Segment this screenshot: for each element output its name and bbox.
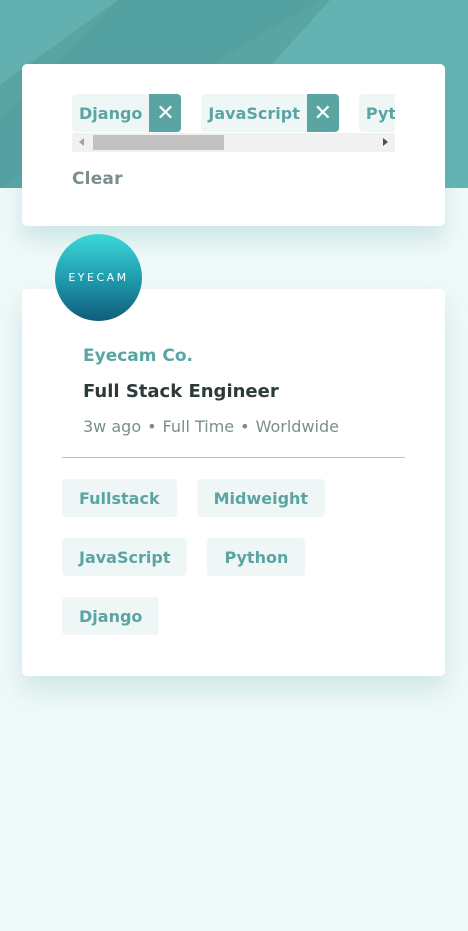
- scroll-right-arrow-icon[interactable]: [383, 138, 388, 146]
- filter-tag-label: JavaScript: [201, 94, 307, 132]
- contract-type: Full Time: [162, 417, 235, 436]
- divider: [62, 457, 405, 458]
- horizontal-scrollbar[interactable]: [72, 133, 395, 152]
- filter-tag: Python ✕: [358, 94, 395, 132]
- job-listing-card: Eyecam Co. Full Stack Engineer 3w ago • …: [22, 289, 445, 676]
- filter-tag-label: Django: [72, 94, 150, 132]
- filter-tag-label: Python: [358, 94, 395, 132]
- job-position[interactable]: Full Stack Engineer: [83, 381, 279, 402]
- job-tags: Fullstack Midweight JavaScript Python Dj…: [62, 479, 405, 635]
- job-tag-level[interactable]: Midweight: [196, 479, 326, 517]
- filter-tag: Django ✕: [72, 94, 182, 132]
- filter-tag: JavaScript ✕: [201, 94, 339, 132]
- filter-bar: Django ✕ JavaScript ✕ Python ✕ Clear: [22, 64, 445, 226]
- scroll-left-arrow-icon[interactable]: [79, 138, 84, 146]
- filter-tags: Django ✕ JavaScript ✕ Python ✕: [72, 94, 395, 132]
- job-meta: 3w ago • Full Time • Worldwide: [83, 417, 339, 436]
- company-logo: EYECAM: [55, 234, 142, 321]
- meta-separator: •: [240, 417, 250, 436]
- job-tag-role[interactable]: Fullstack: [62, 479, 177, 517]
- posted-at: 3w ago: [83, 417, 142, 436]
- clear-button[interactable]: Clear: [72, 169, 123, 189]
- job-location: Worldwide: [255, 417, 339, 436]
- scrollbar-thumb[interactable]: [93, 135, 224, 150]
- job-tag-language[interactable]: JavaScript: [62, 538, 188, 576]
- meta-separator: •: [147, 417, 157, 436]
- company-name: Eyecam Co.: [83, 346, 194, 366]
- company-logo-text: EYECAM: [68, 271, 129, 284]
- close-icon[interactable]: ✕: [306, 94, 339, 132]
- close-icon[interactable]: ✕: [149, 94, 182, 132]
- job-tag-language[interactable]: Python: [207, 538, 306, 576]
- job-tag-tool[interactable]: Django: [62, 597, 160, 635]
